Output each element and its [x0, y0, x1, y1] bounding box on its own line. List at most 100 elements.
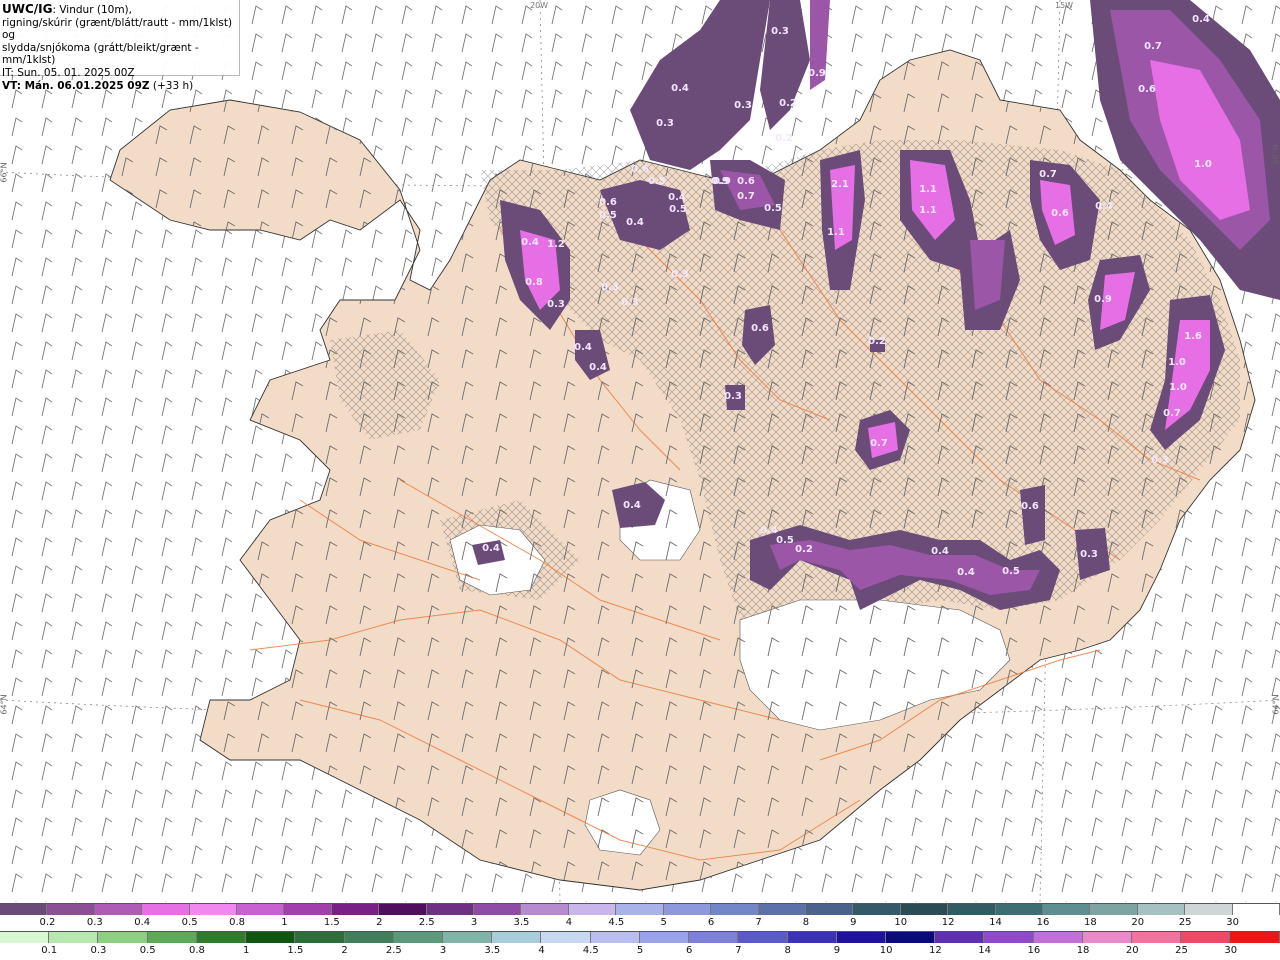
precip-value-label: 0.5: [1002, 566, 1020, 577]
legend-label: 2: [341, 945, 348, 956]
legend-swatch: [94, 904, 143, 915]
legend-swatch: [805, 904, 854, 915]
legend-label: 25: [1178, 917, 1192, 928]
precip-value-label: 0.4: [574, 342, 592, 353]
legend-label: 1.5: [323, 917, 340, 928]
precip-value-label: 0.5: [648, 176, 666, 187]
precip-value-label: 0.3: [734, 100, 752, 111]
precip-value-label: 0.9: [713, 176, 731, 187]
legend-swatch: [663, 904, 712, 915]
precip-value-label: 0.7: [737, 191, 755, 202]
precip-value-label: 0.4: [668, 192, 686, 203]
precip-value-label: 0.2: [779, 98, 797, 109]
legend-swatch: [935, 932, 985, 943]
legend-swatch: [1232, 904, 1280, 915]
precip-value-label: 0.4: [671, 83, 689, 94]
legend-label: 6: [686, 945, 693, 956]
legend-swatch: [836, 932, 886, 943]
legend-label: 0.3: [90, 945, 107, 956]
precip-value-label: 0.4: [626, 217, 644, 228]
legend-swatch: [853, 904, 901, 915]
legend-label: 14: [989, 917, 1002, 928]
legend-swatch: [948, 904, 996, 915]
legend-label: 30: [1224, 945, 1238, 956]
legend-label: 7: [735, 945, 742, 956]
legend-label: 0.3: [86, 917, 103, 928]
legend-label: 8: [802, 917, 810, 928]
legend-swatch: [393, 932, 443, 943]
legend-swatch: [1082, 932, 1133, 943]
legend-label: 12: [929, 945, 942, 956]
legend-label: 12: [941, 917, 955, 928]
precip-value-label: 0.3: [1151, 455, 1169, 466]
legend-swatch: [1230, 932, 1280, 943]
legend-label: 5: [636, 945, 644, 956]
legend-swatch: [900, 904, 949, 915]
legend-label: 4.5: [582, 945, 599, 956]
legend-swatch: [196, 932, 247, 943]
legend-swatch: [521, 904, 569, 915]
precip-value-label: 0.3: [621, 297, 639, 308]
product-desc-line2: rigning/skúrir (grænt/blátt/rautt - mm/1…: [2, 16, 233, 42]
lon-label-20w: 20W: [530, 1, 548, 10]
product-desc: : Vindur (10m),: [52, 4, 132, 16]
map-info-box: UWC/IG: Vindur (10m), rigning/skúrir (gr…: [0, 0, 240, 92]
precip-value-label: 0.4: [589, 362, 607, 373]
legend-swatch: [885, 932, 936, 943]
legend-label: 7: [755, 917, 762, 928]
legend-swatch: [568, 904, 617, 915]
precip-value-label: 0.3: [601, 282, 619, 293]
legend-rain-labels: 0.1 0.3 0.5 0.8 1 1.5 2 2.5 3 3.5 4 4.5 5 6 7 8 9 10 12 14 1…: [0, 945, 1280, 957]
precip-value-label: 0.7: [1163, 408, 1181, 419]
precip-value-label: 0.2: [775, 133, 793, 144]
legend-label: 14: [978, 945, 991, 956]
precip-value-label: 0.7: [870, 438, 888, 449]
legend-swatch: [0, 904, 48, 915]
legend-label: 10: [894, 917, 908, 928]
weather-map: 0.40.30.30.30.90.20.20.60.5 0.9 0.60.70.52…: [0, 0, 1280, 902]
legend-label: 2: [376, 917, 383, 928]
legend-label: 2.5: [385, 945, 402, 956]
precip-value-label: 0.5: [764, 203, 782, 214]
precip-value-label: 1.0: [1168, 357, 1186, 368]
legend-swatch: [426, 904, 475, 915]
precip-value-label: 0.3: [656, 118, 674, 129]
legend-label: 4: [538, 945, 545, 956]
legend-swatch: [1185, 904, 1233, 915]
legend-label: 0.8: [188, 945, 205, 956]
lat-label-66n-right: 66°N: [1271, 144, 1280, 165]
precip-value-label: 0.3: [724, 391, 742, 402]
legend-label: 18: [1076, 945, 1090, 956]
legend-swatch: [344, 932, 394, 943]
precip-value-label: 0.6: [631, 164, 649, 175]
precip-value-label: 0.6: [1051, 208, 1069, 219]
legend-swatch: [758, 904, 806, 915]
precip-value-label: 0.7: [1039, 169, 1057, 180]
precip-value-label: 1.2: [547, 239, 565, 250]
product-desc-line3: slydda/snjókoma (grátt/bleikt/grænt - mm…: [2, 41, 199, 67]
legend-label: 3.5: [513, 917, 530, 928]
legend-label: 1: [281, 917, 288, 928]
precip-value-label: 0.4: [623, 500, 641, 511]
legend-label: 3: [439, 945, 447, 956]
precip-value-label: 0.3: [771, 26, 789, 37]
precip-value-label: 0.6: [1021, 501, 1039, 512]
legend-label: 6: [707, 917, 715, 928]
legend-swatch: [147, 932, 197, 943]
precip-value-label: 1.0: [1169, 382, 1187, 393]
legend-label: 0.2: [39, 917, 56, 928]
precip-value-label: 0.4: [521, 237, 539, 248]
legend-label: 0.8: [229, 917, 245, 928]
legend-label: 0.5: [181, 917, 198, 928]
legend-label: 16: [1036, 917, 1050, 928]
legend-swatch: [1042, 904, 1091, 915]
legend-swatch: [1033, 932, 1083, 943]
precip-value-label: 1.1: [919, 184, 937, 195]
legend-rain-bar: [0, 931, 1280, 943]
precip-value-label: 0.6: [751, 323, 769, 334]
legend-label: 18: [1083, 917, 1097, 928]
product-title: UWC/IG: [2, 2, 53, 16]
legend-label: 16: [1027, 945, 1041, 956]
lat-label-64n: 64°N: [0, 694, 9, 715]
legend-snow-labels: 0.2 0.3 0.4 0.5 0.8 1 1.5 2 2.5 3 3.5 4 4.5 5 6 7 8 9 10 12…: [0, 917, 1280, 929]
